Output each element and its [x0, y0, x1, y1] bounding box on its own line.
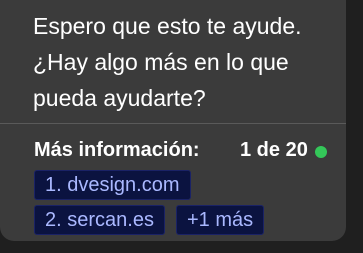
response-message: Espero que esto te ayude. ¿Hay algo más … [33, 8, 343, 116]
source-link-2[interactable]: 2. sercan.es [34, 205, 165, 235]
more-sources-button[interactable]: +1 más [176, 205, 265, 235]
divider [0, 123, 346, 124]
more-info-heading: Más información: [34, 139, 200, 161]
counter-text: 1 de 20 [240, 139, 308, 161]
chat-response-card: Espero que esto te ayude. ¿Hay algo más … [0, 0, 346, 241]
message-line-2: ¿Hay algo más en lo que [33, 49, 289, 75]
message-line-1: Espero que esto te ayude. [33, 13, 302, 39]
message-line-3: pueda ayudarte? [33, 85, 206, 111]
source-link-1[interactable]: 1. dvesign.com [34, 170, 191, 200]
response-counter: 1 de 20 [240, 139, 327, 162]
status-dot-icon [314, 145, 327, 158]
